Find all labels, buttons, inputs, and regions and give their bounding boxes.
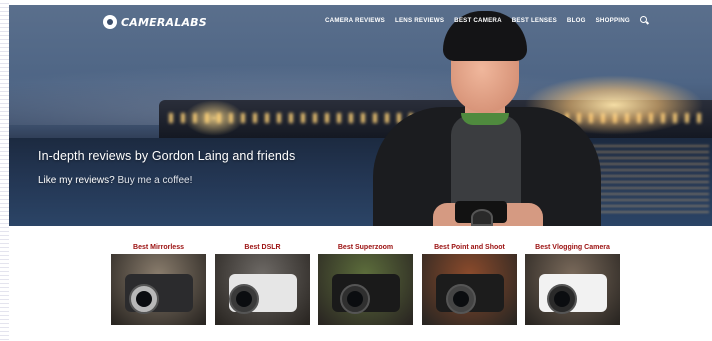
tile-image-dslr (215, 254, 310, 325)
menu-best-camera[interactable]: BEST CAMERA (454, 17, 502, 24)
camera-lens-glass (453, 291, 469, 307)
site-logo[interactable]: CAMERALABS (103, 14, 207, 30)
tile-best-vlogging-camera[interactable]: Best Vlogging Camera (525, 243, 620, 325)
tile-label: Best Superzoom (337, 244, 394, 251)
tile-image-point-and-shoot (422, 254, 517, 325)
tile-best-point-and-shoot[interactable]: Best Point and Shoot (422, 243, 517, 325)
tile-image-mirrorless (111, 254, 206, 325)
camera-lens-glass (136, 291, 152, 307)
tile-label: Best Vlogging Camera (535, 244, 610, 251)
search-icon[interactable] (639, 16, 649, 25)
top-nav: CAMERALABS CAMERA REVIEWS LENS REVIEWS B… (9, 5, 712, 39)
person-collar (461, 113, 509, 125)
hero-title: In-depth reviews by Gordon Laing and fri… (38, 149, 296, 163)
logo-aperture-icon (103, 15, 117, 29)
tile-image-superzoom (318, 254, 413, 325)
camera-lens-glass (554, 291, 570, 307)
tile-best-dslr[interactable]: Best DSLR (215, 243, 310, 325)
tile-label: Best DSLR (244, 244, 281, 251)
held-camera-lens (471, 209, 493, 226)
hero-subtitle: Like my reviews? Buy me a coffee! (38, 175, 192, 186)
tile-label: Best Point and Shoot (434, 244, 505, 251)
menu-best-lenses[interactable]: BEST LENSES (512, 17, 557, 24)
page-left-margin (0, 0, 9, 341)
category-tiles: Best Mirrorless Best DSLR Best Superzoom… (108, 243, 624, 328)
camera-lens-glass (236, 291, 252, 307)
menu-lens-reviews[interactable]: LENS REVIEWS (395, 17, 444, 24)
logo-text: CAMERALABS (121, 15, 207, 29)
buy-coffee-link[interactable]: Buy me a coffee! (117, 175, 192, 186)
tile-best-mirrorless[interactable]: Best Mirrorless (111, 243, 206, 325)
menu-shopping[interactable]: SHOPPING (596, 17, 630, 24)
tile-label: Best Mirrorless (133, 244, 184, 251)
camera-lens-glass (347, 291, 363, 307)
tile-image-vlogging (525, 254, 620, 325)
main-menu: CAMERA REVIEWS LENS REVIEWS BEST CAMERA … (325, 16, 649, 25)
hero-subtitle-lead: Like my reviews? (38, 175, 115, 186)
menu-blog[interactable]: BLOG (567, 17, 586, 24)
tile-best-superzoom[interactable]: Best Superzoom (318, 243, 413, 325)
menu-camera-reviews[interactable]: CAMERA REVIEWS (325, 17, 385, 24)
